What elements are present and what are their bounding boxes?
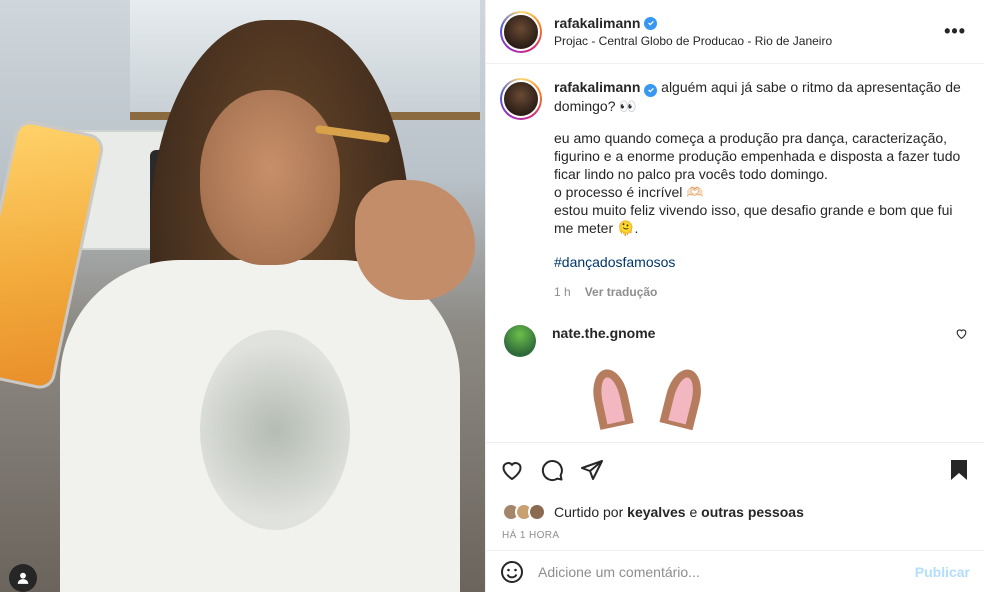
verified-icon bbox=[644, 83, 658, 97]
likes-middle: e bbox=[689, 504, 698, 520]
comment-gif bbox=[588, 365, 710, 430]
caption-body: rafakalimann alguém aqui já sabe o ritmo… bbox=[554, 78, 968, 301]
gif-ear-left bbox=[588, 365, 634, 430]
action-bar bbox=[486, 442, 984, 496]
likes-summary: Curtido por keyalves e outras pessoas bbox=[486, 496, 984, 524]
photo-face bbox=[200, 90, 340, 265]
heart-icon[interactable] bbox=[500, 458, 524, 482]
post-location[interactable]: Projac - Central Globo de Producao - Rio… bbox=[554, 34, 940, 48]
post-modal: rafakalimann Projac - Central Globo de P… bbox=[0, 0, 984, 592]
comment-icon[interactable] bbox=[540, 458, 564, 482]
user-tag-icon bbox=[16, 571, 30, 585]
author-avatar[interactable] bbox=[500, 10, 542, 53]
post-timestamp[interactable]: HÁ 1 HORA bbox=[486, 524, 984, 550]
likes-others[interactable]: outras pessoas bbox=[701, 504, 804, 520]
likes-prefix: Curtido por bbox=[554, 504, 624, 520]
comment-input[interactable] bbox=[538, 563, 915, 580]
caption-para3: estou muito feliz vivendo isso, que desa… bbox=[554, 201, 953, 236]
post-sidebar: rafakalimann Projac - Central Globo de P… bbox=[485, 0, 984, 592]
post-photo[interactable] bbox=[0, 0, 485, 592]
post-header: rafakalimann Projac - Central Globo de P… bbox=[486, 0, 984, 64]
comments-area[interactable]: rafakalimann alguém aqui já sabe o ritmo… bbox=[486, 64, 984, 442]
publish-button[interactable]: Publicar bbox=[915, 564, 970, 580]
comment-username[interactable]: nate.the.gnome bbox=[552, 325, 655, 341]
caption-para2: o processo é incrível 🫶🏻 bbox=[554, 183, 704, 200]
user-tag-button[interactable] bbox=[9, 564, 37, 592]
caption: rafakalimann alguém aqui já sabe o ritmo… bbox=[500, 78, 968, 301]
comment-item: nate.the.gnome bbox=[500, 324, 968, 357]
verified-icon bbox=[644, 16, 658, 30]
share-icon[interactable] bbox=[580, 458, 604, 482]
comment-like-icon[interactable] bbox=[955, 327, 968, 340]
comment-avatar[interactable] bbox=[504, 324, 536, 357]
caption-username[interactable]: rafakalimann bbox=[554, 79, 640, 95]
save-icon[interactable] bbox=[948, 458, 970, 482]
likes-user[interactable]: keyalves bbox=[627, 504, 685, 520]
caption-avatar[interactable] bbox=[500, 78, 542, 120]
gif-ear-right bbox=[659, 365, 707, 430]
add-comment-bar: Publicar bbox=[486, 550, 984, 592]
caption-hashtag[interactable]: #dançadosfamosos bbox=[554, 253, 968, 271]
caption-time[interactable]: 1 h bbox=[554, 283, 571, 301]
more-icon[interactable]: ••• bbox=[940, 21, 970, 42]
emoji-icon[interactable] bbox=[500, 560, 524, 584]
translate-link[interactable]: Ver tradução bbox=[585, 283, 658, 301]
photo-shirt-print bbox=[200, 330, 350, 530]
liker-avatars[interactable] bbox=[502, 503, 546, 521]
photo-hand bbox=[355, 180, 475, 300]
caption-para1: eu amo quando começa a produção pra danç… bbox=[554, 129, 961, 182]
author-username[interactable]: rafakalimann bbox=[554, 15, 640, 31]
